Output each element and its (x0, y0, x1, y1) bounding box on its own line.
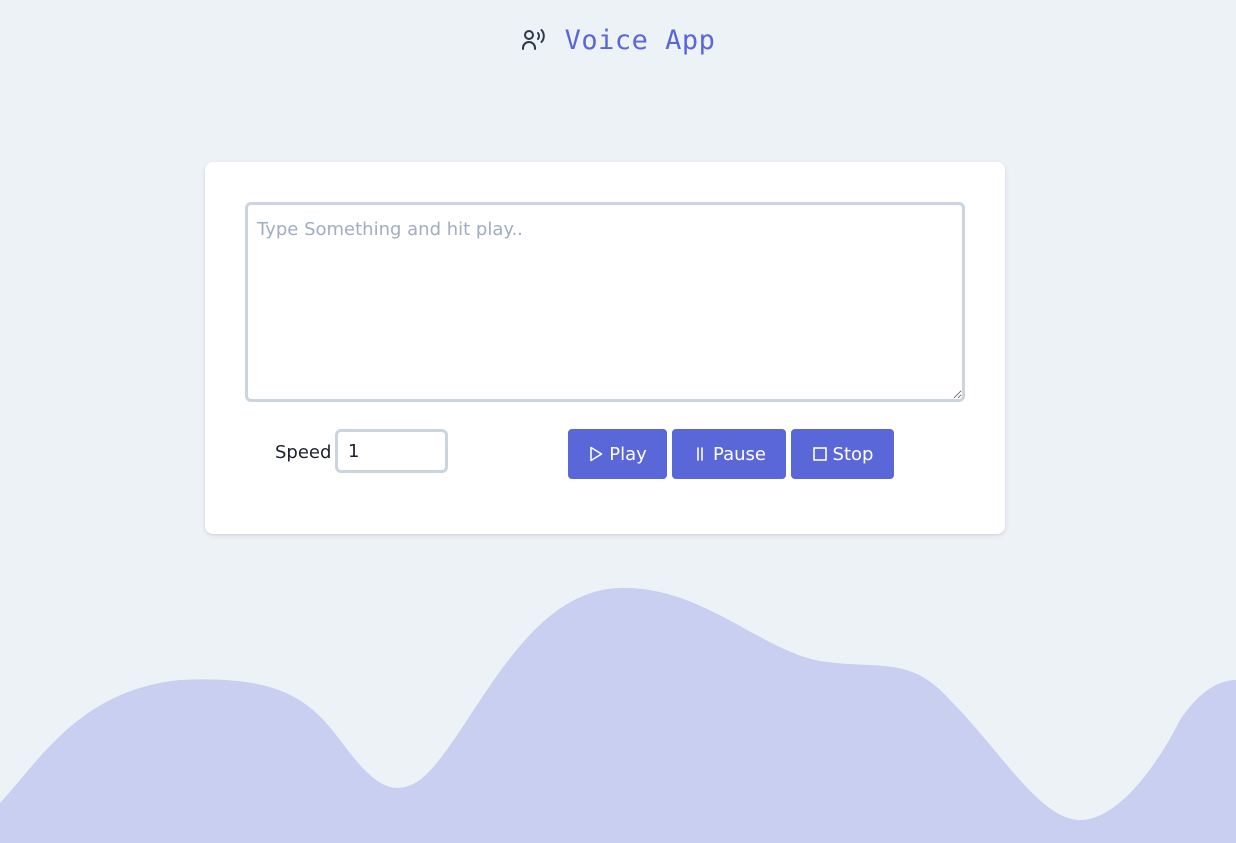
stop-icon (812, 446, 828, 462)
speech-textarea[interactable] (245, 202, 965, 402)
speech-card: Speed Play Pause (205, 162, 1005, 534)
app-header: Voice App (0, 20, 1236, 60)
stop-button[interactable]: Stop (791, 429, 894, 479)
pause-icon (692, 446, 708, 462)
speed-label: Speed (275, 442, 332, 463)
app-title: Voice App (564, 24, 716, 56)
stop-label: Stop (832, 443, 874, 465)
voice-icon (521, 27, 547, 53)
pause-label: Pause (713, 443, 766, 465)
play-button[interactable]: Play (568, 429, 667, 479)
page: Voice App Speed Play Pause (0, 0, 1236, 843)
speed-input[interactable] (335, 429, 448, 473)
pause-button[interactable]: Pause (672, 429, 786, 479)
play-icon (588, 446, 604, 462)
wave-shape (0, 587, 1236, 843)
play-label: Play (609, 443, 647, 465)
